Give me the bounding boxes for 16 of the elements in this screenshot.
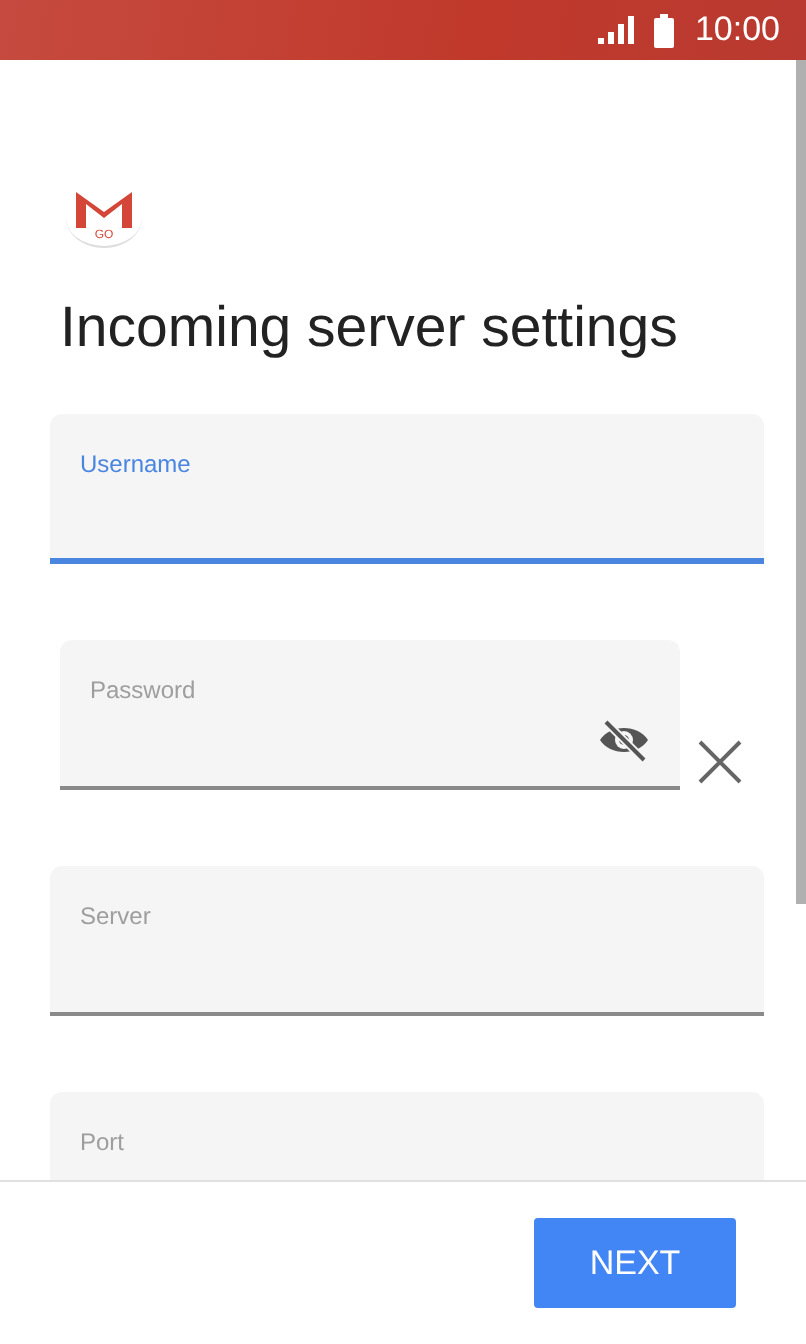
battery-icon	[654, 13, 675, 47]
mail-icon	[74, 188, 134, 228]
next-button[interactable]: NEXT	[534, 1218, 736, 1308]
signal-icon	[598, 16, 635, 44]
field-label: Port	[80, 1128, 125, 1156]
status-time: 10:00	[694, 10, 780, 50]
close-icon[interactable]	[698, 740, 742, 784]
input-field[interactable]: Username	[50, 414, 764, 564]
visibility-off-icon[interactable]	[596, 718, 652, 762]
field-label: Server	[80, 902, 151, 930]
page-title: Incoming server settings	[60, 296, 680, 362]
input-field[interactable]: Server	[50, 866, 764, 1016]
input-field[interactable]: Password	[60, 640, 680, 790]
input-field[interactable]: Port	[50, 1092, 764, 1180]
field-label: Password	[90, 676, 196, 704]
field-label: Username	[80, 450, 191, 478]
